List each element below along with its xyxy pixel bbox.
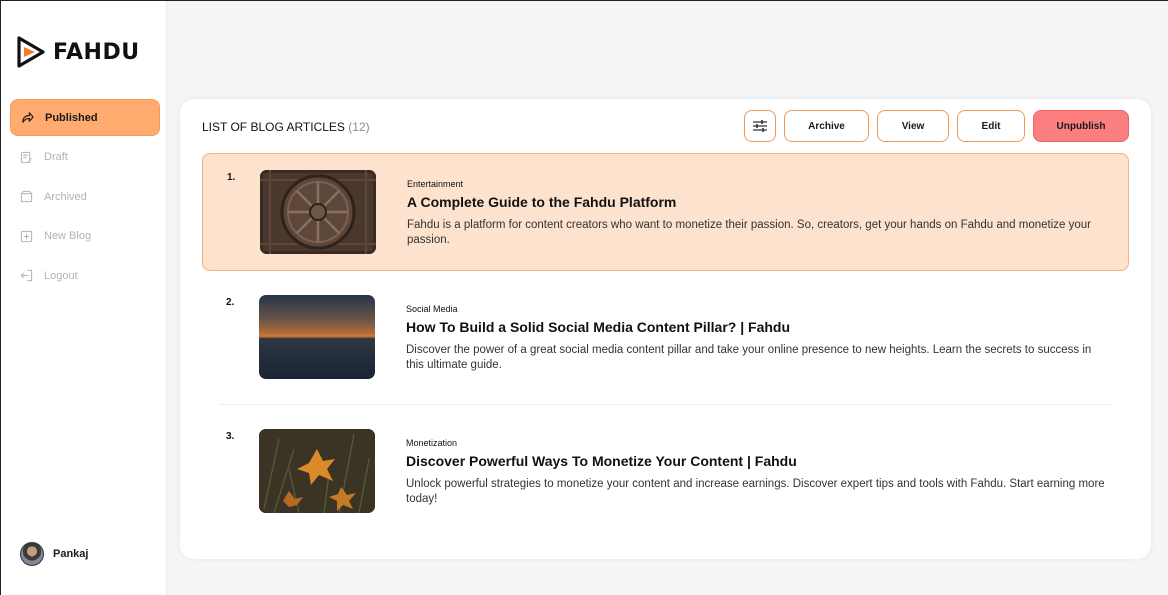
draft-edit-icon — [20, 151, 33, 163]
article-thumbnail — [260, 170, 376, 254]
share-arrow-icon — [22, 112, 34, 123]
filter-button[interactable] — [744, 110, 776, 142]
article-thumbnail — [259, 295, 375, 379]
article-title[interactable]: Discover Powerful Ways To Monetize Your … — [406, 453, 797, 469]
view-button[interactable]: View — [877, 110, 949, 142]
action-toolbar: Archive View Edit Unpublish — [744, 110, 1129, 142]
article-row[interactable]: 3. Monetization Discover Powerful Ways T… — [202, 413, 1129, 531]
sidebar-nav: Published Draft Archived New Blog Logout — [10, 99, 160, 297]
plus-square-icon — [20, 230, 33, 242]
sidebar-item-label: New Blog — [44, 230, 92, 243]
sidebar: FAHDU Published Draft Archived New Blog … — [1, 1, 167, 595]
logout-icon — [20, 270, 33, 282]
article-row[interactable]: 1. Entertainment A Complete Guide to the… — [202, 153, 1129, 271]
article-description: Unlock powerful strategies to monetize y… — [406, 478, 1105, 505]
article-description: Fahdu is a platform for content creators… — [407, 219, 1091, 246]
article-category: Social Media — [406, 304, 458, 314]
sidebar-item-label: Logout — [44, 269, 78, 282]
article-row[interactable]: 2. Social Media How To Build a Solid Soc… — [202, 279, 1129, 397]
article-category: Monetization — [406, 438, 458, 448]
article-thumbnail — [259, 429, 375, 513]
sidebar-item-label: Draft — [44, 151, 68, 164]
archive-box-icon — [20, 191, 33, 203]
sidebar-item-new-blog[interactable]: New Blog — [10, 218, 160, 255]
article-category: Entertainment — [407, 179, 464, 189]
sidebar-item-published[interactable]: Published — [10, 99, 160, 136]
sidebar-item-archived[interactable]: Archived — [10, 178, 160, 215]
user-name: Pankaj — [53, 548, 89, 560]
sidebar-item-draft[interactable]: Draft — [10, 139, 160, 176]
article-title[interactable]: How To Build a Solid Social Media Conten… — [406, 319, 790, 335]
article-count: (12) — [348, 120, 370, 134]
sliders-icon — [753, 120, 767, 132]
article-title[interactable]: A Complete Guide to the Fahdu Platform — [407, 194, 676, 210]
unpublish-button[interactable]: Unpublish — [1033, 110, 1129, 142]
page-title: LIST OF BLOG ARTICLES (12) — [202, 120, 370, 134]
article-description: Discover the power of a great social med… — [406, 344, 1092, 371]
avatar — [20, 542, 44, 566]
play-logo-icon — [17, 36, 45, 68]
article-number: 2. — [226, 297, 235, 308]
sidebar-item-label: Archived — [44, 190, 87, 203]
brand-name: FAHDU — [53, 39, 140, 65]
page-title-text: LIST OF BLOG ARTICLES — [202, 120, 345, 134]
divider — [219, 404, 1112, 405]
brand-logo[interactable]: FAHDU — [15, 35, 140, 69]
article-number: 1. — [227, 172, 236, 183]
sidebar-item-logout[interactable]: Logout — [10, 257, 160, 294]
edit-button[interactable]: Edit — [957, 110, 1025, 142]
archive-button[interactable]: Archive — [784, 110, 869, 142]
sidebar-item-label: Published — [45, 111, 98, 124]
blog-list-card: LIST OF BLOG ARTICLES (12) Archive View … — [180, 99, 1151, 559]
user-profile[interactable]: Pankaj — [20, 542, 88, 566]
article-number: 3. — [226, 431, 235, 442]
